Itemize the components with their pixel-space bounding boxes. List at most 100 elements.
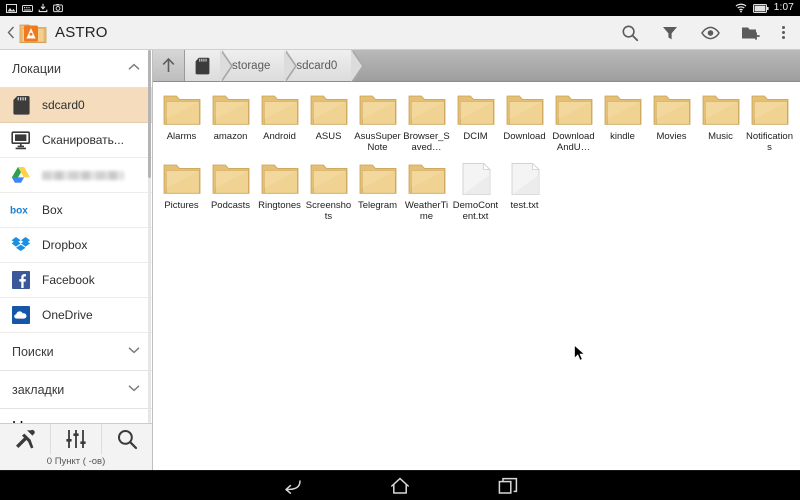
file-grid-folder[interactable]: WeatherTime <box>402 161 451 222</box>
folder-icon <box>358 161 398 197</box>
folder-icon <box>358 92 398 128</box>
sidebar-item-facebook[interactable]: Facebook <box>0 263 152 298</box>
folder-icon <box>505 92 545 128</box>
svg-text:box: box <box>10 206 28 216</box>
sidebar-item-label: sdcard0 <box>42 98 85 112</box>
dropbox-icon <box>10 234 32 256</box>
file-grid-folder[interactable]: Pictures <box>157 161 206 222</box>
sidebar-item-label: OneDrive <box>42 308 93 322</box>
folder-icon <box>652 92 692 128</box>
onedrive-icon <box>10 304 32 326</box>
folder-icon <box>260 92 300 128</box>
content-pane: storage sdcard0 Alarms amazon Android ASUS A… <box>153 50 800 470</box>
sidebar-item-google-drive[interactable] <box>0 158 152 193</box>
overflow-icon[interactable] <box>770 16 796 50</box>
download-icon <box>38 3 48 13</box>
file-grid-folder[interactable]: kindle <box>598 92 647 153</box>
file-grid-item-label: Notifications <box>746 131 793 153</box>
file-grid-item-label: ASUS <box>315 131 342 142</box>
sidebar-scrollbar-thumb[interactable] <box>148 50 151 178</box>
sidebar: Локации sdcard0 Сканировать... box Box D… <box>0 50 153 470</box>
file-grid-item-label: Music <box>708 131 733 142</box>
android-nav-bar <box>0 470 800 500</box>
file-grid-item-label: DemoContent.txt <box>452 200 499 222</box>
sidebar-section-searches[interactable]: Поиски <box>0 333 152 371</box>
search-icon[interactable] <box>610 16 650 50</box>
sidebar-section-searches-label: Поиски <box>12 344 54 359</box>
filter-icon[interactable] <box>650 16 690 50</box>
back-chevron-icon[interactable] <box>4 22 18 44</box>
recents-nav-icon[interactable] <box>493 474 523 498</box>
file-grid-folder[interactable]: Alarms <box>157 92 206 153</box>
search-icon[interactable] <box>102 424 152 454</box>
file-grid-folder[interactable]: Notifications <box>745 92 794 153</box>
sidebar-item-sdcard0[interactable]: sdcard0 <box>0 88 152 123</box>
app-bar: ASTRO <box>0 16 800 50</box>
sidebar-scroll-area: Локации sdcard0 Сканировать... box Box D… <box>0 50 152 423</box>
sidebar-tool-buttons <box>0 423 152 454</box>
image-icon <box>6 3 17 13</box>
file-grid-folder[interactable]: Music <box>696 92 745 153</box>
new-folder-icon[interactable] <box>730 16 770 50</box>
folder-icon <box>162 161 202 197</box>
file-grid-folder[interactable]: Telegram <box>353 161 402 222</box>
file-grid-folder[interactable]: AsusSuperNote <box>353 92 402 153</box>
page-title: ASTRO <box>55 24 108 41</box>
folder-icon <box>211 92 251 128</box>
chevron-down-icon[interactable] <box>128 346 140 357</box>
file-grid-item-label: Alarms <box>166 131 197 142</box>
folder-icon <box>260 161 300 197</box>
app-bar-actions <box>610 16 800 50</box>
file-grid-item-label: Download <box>503 131 546 142</box>
sidebar-item-dropbox[interactable]: Dropbox <box>0 228 152 263</box>
file-grid-folder[interactable]: ASUS <box>304 92 353 153</box>
keyboard-icon <box>22 4 33 12</box>
settings-sliders-icon[interactable] <box>51 423 102 454</box>
eye-icon[interactable] <box>690 16 730 50</box>
home-nav-icon[interactable] <box>385 474 415 498</box>
file-grid-file[interactable]: test.txt <box>500 161 549 222</box>
file-grid-item-label: DCIM <box>463 131 488 142</box>
sidebar-item-onedrive[interactable]: OneDrive <box>0 298 152 333</box>
chevron-up-icon[interactable] <box>128 63 140 74</box>
breadcrumb-label: sdcard0 <box>296 59 338 72</box>
breadcrumb-label: storage <box>232 59 271 72</box>
sidebar-item-box[interactable]: box Box <box>0 193 152 228</box>
sidebar-item-scan[interactable]: Сканировать... <box>0 123 152 158</box>
tools-icon[interactable] <box>0 423 51 454</box>
sidebar-item-count: 0 Пункт ( -ов) <box>0 454 152 470</box>
file-grid-item-label: amazon <box>213 131 248 142</box>
sidebar-item-label: Box <box>42 203 63 217</box>
file-grid-file[interactable]: DemoContent.txt <box>451 161 500 222</box>
battery-icon <box>752 3 769 13</box>
sidebar-section-bookmarks[interactable]: закладки <box>0 371 152 409</box>
status-system-icons: 1:07 <box>735 0 794 16</box>
sidebar-section-recent[interactable]: Недавние <box>0 409 152 423</box>
breadcrumb: storage sdcard0 <box>153 50 800 82</box>
folder-icon <box>701 92 741 128</box>
sidebar-bottom-toolbar: 0 Пункт ( -ов) <box>0 422 152 470</box>
file-grid-item-label: Pictures <box>164 200 199 211</box>
file-grid-folder[interactable]: Screenshots <box>304 161 353 222</box>
sidebar-item-label: Facebook <box>42 273 95 287</box>
computer-icon <box>10 129 32 151</box>
sdcard-icon <box>10 94 32 116</box>
chevron-down-icon[interactable] <box>128 384 140 395</box>
sidebar-section-bookmarks-label: закладки <box>12 382 65 397</box>
file-grid-folder[interactable]: amazon <box>206 92 255 153</box>
breadcrumb-root[interactable] <box>185 50 233 82</box>
file-grid-folder[interactable]: Browser_Saved… <box>402 92 451 153</box>
up-arrow-icon[interactable] <box>153 50 185 81</box>
sdcard-icon <box>195 57 210 75</box>
back-nav-icon[interactable] <box>277 474 307 498</box>
sidebar-section-locations[interactable]: Локации <box>0 50 152 88</box>
folder-icon <box>554 92 594 128</box>
file-grid-folder[interactable]: Podcasts <box>206 161 255 222</box>
file-grid-folder[interactable]: Android <box>255 92 304 153</box>
file-grid-folder[interactable]: Movies <box>647 92 696 153</box>
file-grid-folder[interactable]: DCIM <box>451 92 500 153</box>
file-grid-folder[interactable]: Ringtones <box>255 161 304 222</box>
folder-icon <box>456 92 496 128</box>
file-grid-folder[interactable]: Download <box>500 92 549 153</box>
file-grid-folder[interactable]: DownloadAndU… <box>549 92 598 153</box>
